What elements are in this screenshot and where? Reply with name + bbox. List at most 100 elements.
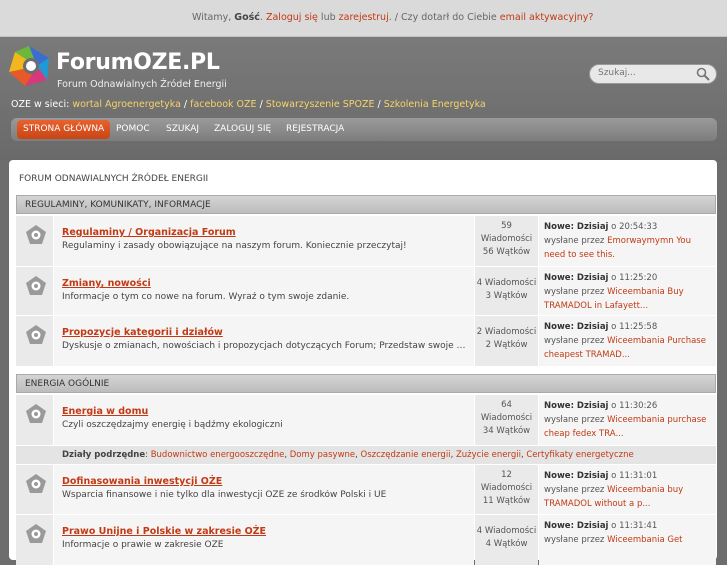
last-post-time: o 11:25:20 xyxy=(608,273,658,283)
logo-icon[interactable] xyxy=(7,44,51,88)
board-link[interactable]: Propozycje kategorii i działów xyxy=(62,327,223,338)
network-link-agroenergetyka[interactable]: wortal Agroenergetyka xyxy=(72,99,181,110)
board-status-icon xyxy=(26,524,46,543)
last-post-date: Nowe: Dzisiaj xyxy=(544,471,609,481)
last-post-time: o 20:54:33 xyxy=(608,222,658,232)
board-stats: 4 Wiadomości 3 Wątków xyxy=(475,267,538,315)
posted-by-label: wysłane przez xyxy=(544,336,608,346)
main-content: FORUM ODNAWIALNYCH ŹRÓDEŁ ENERGII REGULA… xyxy=(9,160,717,565)
activation-question: . / Czy dotarł do Ciebie xyxy=(388,12,500,23)
board-row: Prawo Unijne i Polskie w zakresie OŻE In… xyxy=(16,515,716,565)
board-stats: 12 Wiadomości 11 Wątków xyxy=(475,465,538,514)
network-links: OZE w sieci: wortal Agroenergetyka / fac… xyxy=(11,99,486,110)
last-post-link[interactable]: Wiceembania Get xyxy=(607,535,682,545)
board-description: Regulaminy i zasady obowiązujące na nasz… xyxy=(62,241,407,251)
network-label: OZE w sieci: xyxy=(11,99,73,110)
last-post-time: o 11:31:41 xyxy=(608,521,658,531)
category-title: REGULAMINY, KOMUNIKATY, INFORMACJE xyxy=(25,200,211,210)
board-status-icon xyxy=(26,325,46,344)
board-description: Informacje o tym co nowe na forum. Wyraź… xyxy=(62,292,350,302)
post-count: 64 xyxy=(501,400,512,410)
topic-count: 3 Wątków xyxy=(485,291,528,301)
forum-title: FORUM ODNAWIALNYCH ŹRÓDEŁ ENERGII xyxy=(19,174,209,184)
board-link[interactable]: Zmiany, nowości xyxy=(62,278,151,289)
network-link-szkolenia[interactable]: Szkolenia Energetyka xyxy=(384,99,486,110)
nav-login[interactable]: ZALOGUJ SIĘ xyxy=(214,124,271,134)
post-label: Wiadomości xyxy=(480,483,533,493)
main-nav: STRONA GŁÓWNA POMOC SZUKAJ ZALOGUJ SIĘ R… xyxy=(11,118,717,141)
posted-by-label: wysłane przez xyxy=(544,236,608,246)
post-count: 59 xyxy=(501,221,512,231)
posted-by-label: wysłane przez xyxy=(544,287,608,297)
board-info: Dofinasowania inwestycji OŻE Wsparcia fi… xyxy=(54,465,474,514)
board-icon-cell xyxy=(16,267,54,315)
post-label: Wiadomości xyxy=(480,234,533,244)
welcome-message: Witamy, Gość. Zaloguj się lub zarejestru… xyxy=(192,12,593,23)
nav-home[interactable]: STRONA GŁÓWNA xyxy=(17,120,111,139)
subboards-row: Działy podrzędne: Budownictwo energooszc… xyxy=(16,446,716,464)
board-icon-cell xyxy=(16,515,54,565)
network-link-facebook[interactable]: facebook OZE xyxy=(190,99,256,110)
search-input[interactable] xyxy=(598,68,686,78)
post-count: 4 Wiadomości xyxy=(476,526,537,536)
greeting-text: Witamy, xyxy=(192,12,235,23)
subboard-link[interactable]: Zużycie energii xyxy=(456,450,521,460)
category-header[interactable]: ENERGIA OGÓLNIE xyxy=(16,374,716,393)
board-status-icon xyxy=(26,474,46,493)
board-icon-cell xyxy=(16,316,54,366)
board-link[interactable]: Prawo Unijne i Polskie w zakresie OŻE xyxy=(62,526,266,537)
subboard-link[interactable]: Domy pasywne xyxy=(290,450,355,460)
top-bar: Witamy, Gość. Zaloguj się lub zarejestru… xyxy=(0,0,727,37)
board-row: Regulaminy / Organizacja Forum Regulamin… xyxy=(16,216,716,266)
register-link[interactable]: zarejestruj xyxy=(339,12,389,23)
subboard-link[interactable]: Certyfikaty energetyczne xyxy=(526,450,633,460)
nav-help[interactable]: POMOC xyxy=(116,124,150,134)
last-post-date: Nowe: Dzisiaj xyxy=(544,273,609,283)
board-info: Propozycje kategorii i działów Dyskusje … xyxy=(54,316,474,366)
last-post-time: o 11:30:26 xyxy=(608,401,658,411)
board-row: Dofinasowania inwestycji OŻE Wsparcia fi… xyxy=(16,465,716,514)
last-post-time: o 11:31:01 xyxy=(608,471,658,481)
category-header[interactable]: REGULAMINY, KOMUNIKATY, INFORMACJE xyxy=(16,195,716,214)
board-description: Czyli oszczędzajmy energię i bądźmy ekol… xyxy=(62,420,283,430)
board-icon-cell xyxy=(16,216,54,266)
search-icon[interactable] xyxy=(696,67,710,81)
last-post-date: Nowe: Dzisiaj xyxy=(544,222,609,232)
topic-count: 34 Wątków xyxy=(482,426,531,436)
board-link[interactable]: Dofinasowania inwestycji OŻE xyxy=(62,476,222,487)
board-icon-cell xyxy=(16,465,54,514)
last-post: Nowe: Dzisiaj o 11:25:20 wysłane przez Wi… xyxy=(539,267,716,315)
last-post-time: o 11:25:58 xyxy=(608,322,658,332)
last-post: Nowe: Dzisiaj o 11:25:58 wysłane przez Wi… xyxy=(539,316,716,366)
post-count: 12 xyxy=(501,470,512,480)
network-link-spoze[interactable]: Stowarzyszenie SPOZE xyxy=(266,99,375,110)
board-link[interactable]: Energia w domu xyxy=(62,406,148,417)
board-row: Energia w domu Czyli oszczędzajmy energi… xyxy=(16,395,716,445)
posted-by-label: wysłane przez xyxy=(544,535,608,545)
login-link[interactable]: Zaloguj się xyxy=(266,12,318,23)
post-label: Wiadomości xyxy=(480,413,533,423)
board-stats: 4 Wiadomości 4 Wątków xyxy=(475,515,538,565)
activation-email-link[interactable]: email aktywacyjny? xyxy=(500,12,594,23)
subboard-link[interactable]: Oszczędzanie energii xyxy=(361,450,451,460)
nav-register[interactable]: REJESTRACJA xyxy=(286,124,344,134)
network-sep: / xyxy=(180,99,191,110)
board-link[interactable]: Regulaminy / Organizacja Forum xyxy=(62,227,236,238)
last-post-date: Nowe: Dzisiaj xyxy=(544,521,609,531)
posted-by-label: wysłane przez xyxy=(544,485,608,495)
last-post: Nowe: Dzisiaj o 11:30:26 wysłane przez Wi… xyxy=(539,395,716,445)
search-box xyxy=(589,64,717,84)
posted-by-label: wysłane przez xyxy=(544,415,608,425)
board-row: Zmiany, nowości Informacje o tym co nowe… xyxy=(16,267,716,315)
board-description: Wsparcia finansowe i nie tylko dla inwes… xyxy=(62,490,387,500)
network-sep: / xyxy=(256,99,266,110)
last-post-date: Nowe: Dzisiaj xyxy=(544,401,609,411)
last-post: Nowe: Dzisiaj o 20:54:33 wysłane przez Em… xyxy=(539,216,716,266)
post-count: 2 Wiadomości xyxy=(476,327,537,337)
subboard-link[interactable]: Budownictwo energooszczędne xyxy=(151,450,285,460)
or-text: lub xyxy=(317,12,339,23)
logo-title[interactable]: ForumOZE.PL xyxy=(56,50,220,75)
nav-search[interactable]: SZUKAJ xyxy=(166,124,199,134)
last-post: Nowe: Dzisiaj o 11:31:41 wysłane przez Wi… xyxy=(539,515,716,565)
post-count: 4 Wiadomości xyxy=(476,278,537,288)
